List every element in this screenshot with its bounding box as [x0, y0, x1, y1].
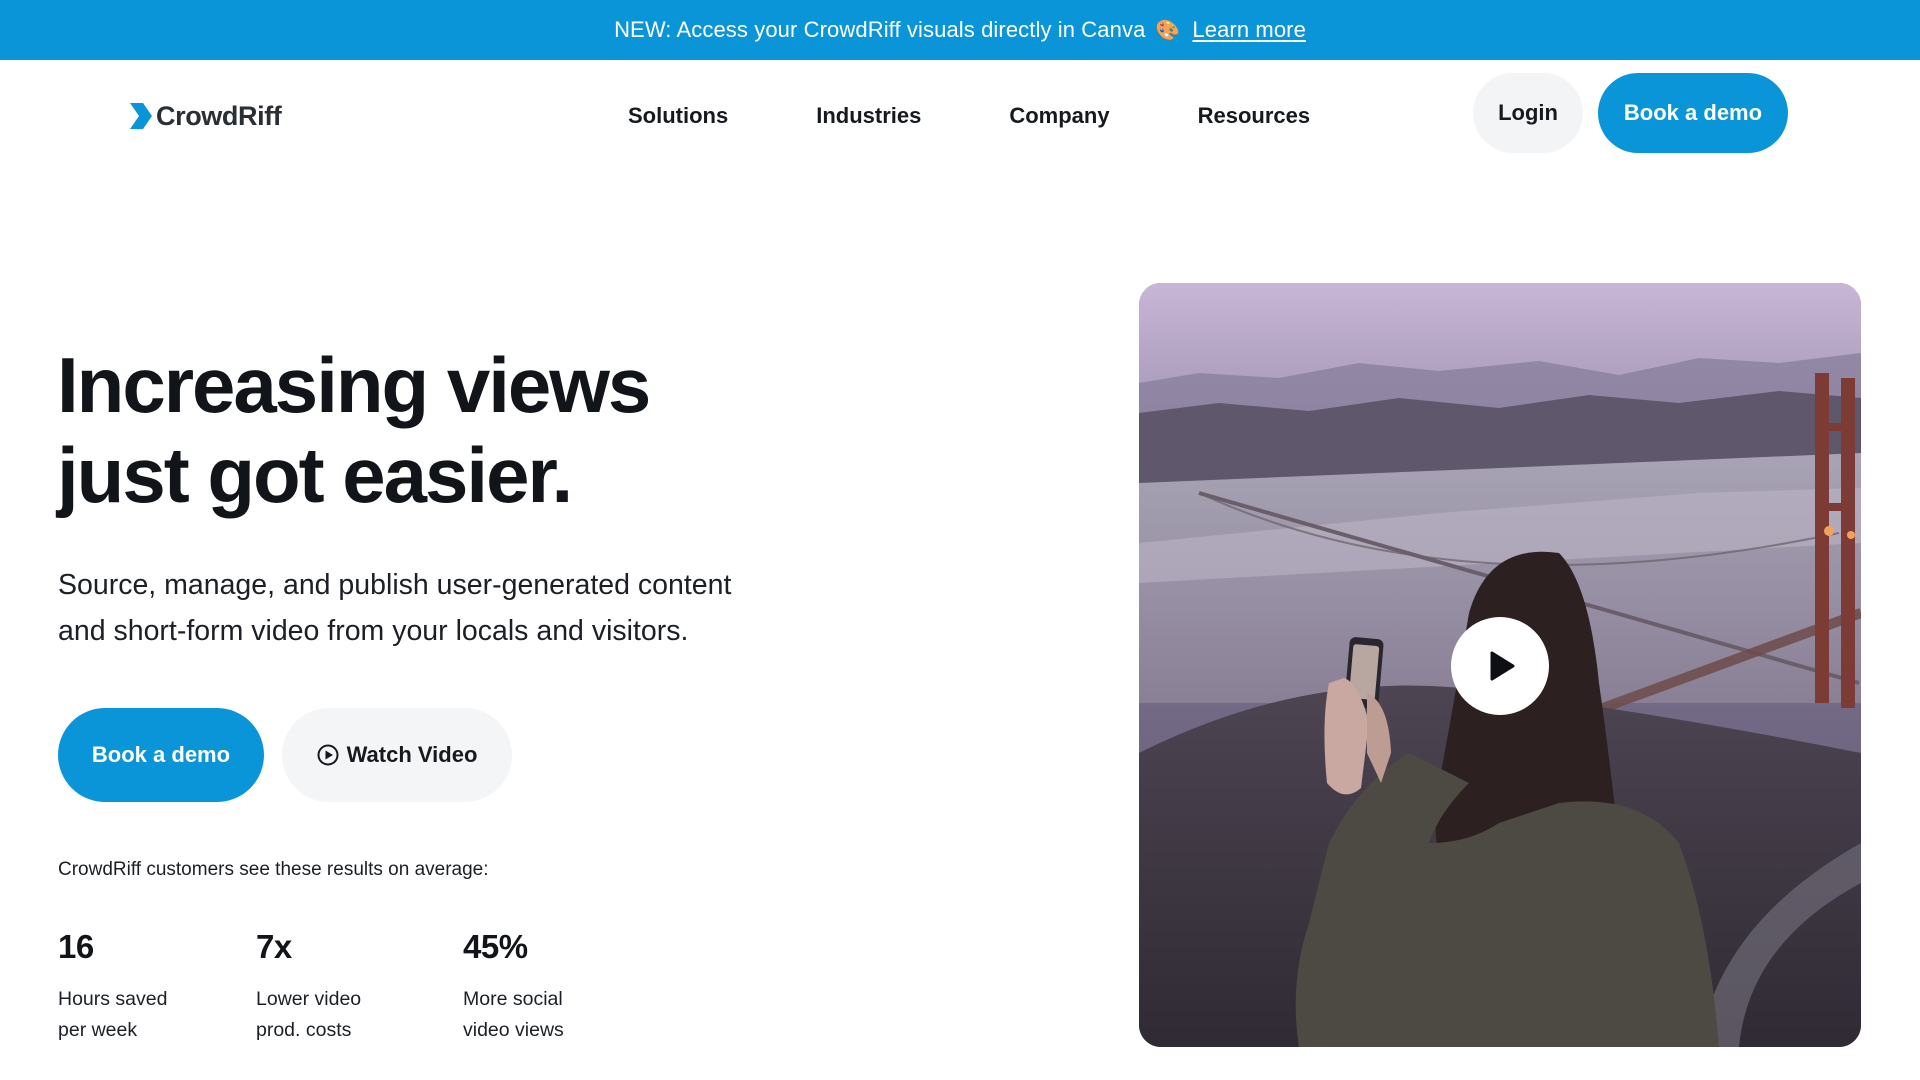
nav-resources[interactable]: Resources: [1198, 95, 1311, 137]
stats-intro: CrowdRiff customers see these results on…: [58, 859, 489, 880]
nav-solutions[interactable]: Solutions: [628, 95, 728, 137]
stat-more-views: 45% More social video views: [463, 922, 564, 1046]
logo[interactable]: CrowdRiff: [130, 96, 282, 136]
hero-title-line-1: Increasing views: [57, 341, 651, 429]
hero-title: Increasing views just got easier.: [57, 340, 857, 520]
logo-text: CrowdRiff: [156, 100, 282, 131]
play-circle-icon: [317, 744, 339, 766]
stat-hours-saved: 16 Hours saved per week: [58, 922, 167, 1046]
announcement-bar: NEW: Access your CrowdRiff visuals direc…: [0, 0, 1920, 60]
book-demo-header-button[interactable]: Book a demo: [1598, 73, 1788, 153]
watch-video-button[interactable]: Watch Video: [282, 708, 512, 802]
main-nav: Solutions Industries Company Resources: [628, 95, 1310, 137]
hero-title-line-2: just got easier.: [57, 431, 573, 519]
site-header: CrowdRiff Solutions Industries Company R…: [0, 60, 1920, 165]
nav-company[interactable]: Company: [1009, 95, 1109, 137]
hero-subtitle-line-2: and short-form video from your locals an…: [58, 615, 689, 647]
stat-label: Lower video prod. costs: [256, 988, 362, 1041]
watch-video-label: Watch Video: [346, 742, 478, 767]
stat-value: 16: [58, 928, 94, 965]
play-icon: [1490, 651, 1515, 681]
play-button[interactable]: [1451, 617, 1549, 715]
hero-video[interactable]: [1139, 283, 1861, 1047]
nav-industries[interactable]: Industries: [816, 95, 921, 137]
stat-value: 7x: [256, 928, 292, 965]
hero-subtitle-line-1: Source, manage, and publish user-generat…: [58, 569, 732, 601]
stat-label: Hours saved per week: [58, 988, 168, 1041]
announcement-text: NEW: Access your CrowdRiff visuals direc…: [614, 17, 1146, 42]
stat-lower-costs: 7x Lower video prod. costs: [256, 922, 361, 1046]
login-button[interactable]: Login: [1473, 73, 1583, 153]
hero-subtitle: Source, manage, and publish user-generat…: [58, 562, 858, 654]
palette-icon: 🎨: [1155, 19, 1181, 42]
learn-more-link[interactable]: Learn more: [1192, 17, 1306, 43]
stat-value: 45%: [463, 928, 528, 965]
crowdriff-logo-icon: [130, 103, 152, 129]
book-demo-button[interactable]: Book a demo: [58, 708, 264, 802]
stat-label: More social video views: [463, 988, 564, 1041]
